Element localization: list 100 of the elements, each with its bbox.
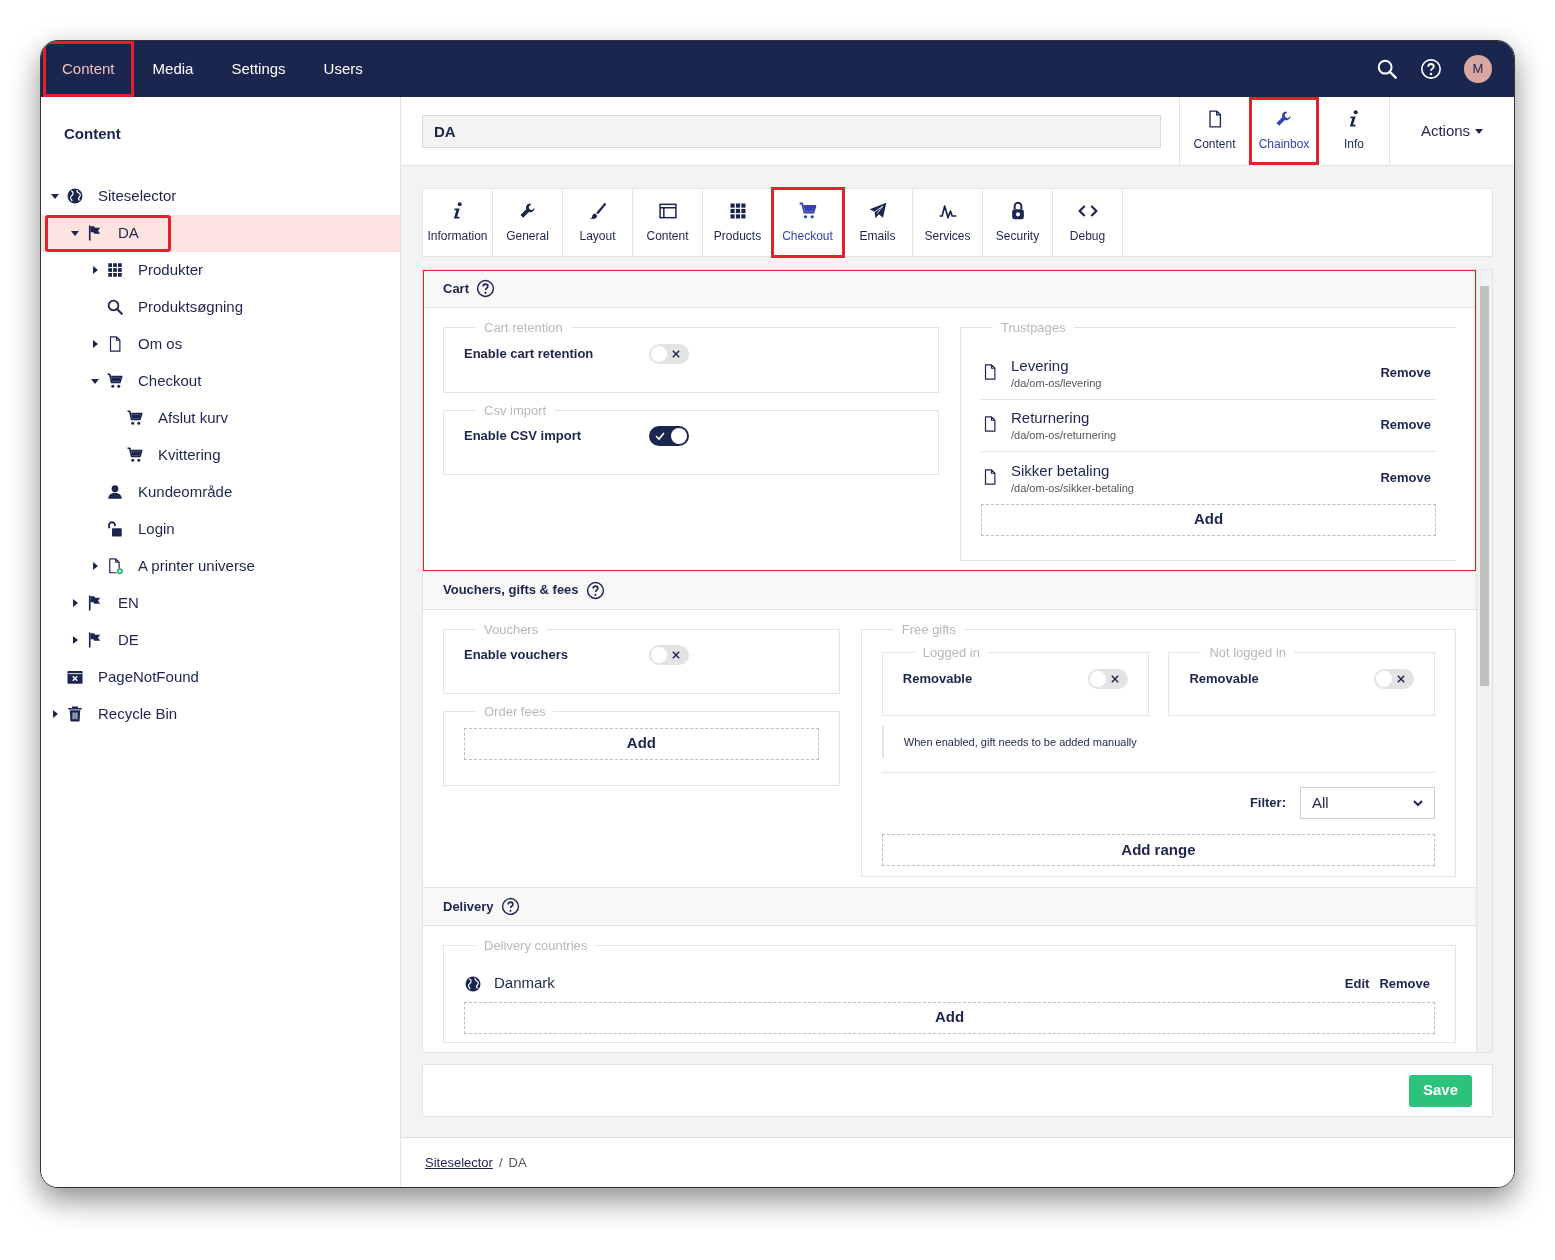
user-avatar[interactable]: M	[1464, 55, 1492, 83]
cart-icon	[126, 409, 144, 427]
tab[interactable]: Checkout	[773, 189, 843, 256]
fieldset-legend: Logged in	[914, 643, 988, 663]
search-icon	[1376, 58, 1398, 80]
nav-tab[interactable]: Content	[43, 41, 134, 97]
breadcrumb-text: DA	[508, 1153, 527, 1172]
tree-item[interactable]: PageNotFound	[41, 658, 400, 696]
fieldset-legend: Trustpages	[993, 318, 1074, 338]
fieldset-legend: Delivery countries	[476, 936, 596, 956]
remove-link[interactable]: Remove	[1380, 415, 1431, 435]
tree-item[interactable]: A printer universe	[41, 547, 400, 585]
toggle-switch[interactable]	[1087, 668, 1128, 689]
row-action-link[interactable]: Remove	[1379, 973, 1430, 994]
tree-item[interactable]: DA	[41, 214, 400, 252]
name-field[interactable]: DA	[422, 114, 1161, 148]
toggle-switch[interactable]	[649, 645, 689, 665]
tree-label: Kvittering	[158, 444, 221, 465]
tree-item[interactable]: DE	[41, 621, 400, 659]
nav-tab[interactable]: Media	[133, 41, 213, 97]
close-icon	[1110, 674, 1119, 683]
scrollbar[interactable]	[1476, 270, 1492, 1052]
tree-label: Login	[138, 518, 175, 539]
help-icon	[1420, 58, 1442, 80]
toggle-label: Enable vouchers	[464, 646, 570, 665]
tab[interactable]: Emails	[843, 189, 913, 256]
fieldset-legend: Csv import	[476, 400, 555, 420]
nav-tab[interactable]: Settings	[212, 41, 305, 97]
tab[interactable]: Products	[703, 189, 773, 256]
tree-item[interactable]: Siteselector	[41, 177, 400, 215]
globe-icon	[66, 187, 84, 205]
tab[interactable]: Content	[633, 189, 703, 256]
tree-item[interactable]: Afslut kurv	[41, 399, 400, 437]
tab[interactable]: Layout	[563, 189, 633, 256]
tab[interactable]: Services	[913, 189, 983, 256]
tree-item[interactable]: Kvittering	[41, 436, 400, 474]
toggle-switch[interactable]	[649, 343, 689, 364]
remove-link[interactable]: Remove	[1380, 363, 1431, 383]
add-button[interactable]: Add	[464, 727, 819, 760]
row-action-link[interactable]: Edit	[1344, 973, 1370, 994]
tab[interactable]: General	[493, 189, 563, 256]
document-plus-icon	[106, 557, 124, 575]
cart-icon	[106, 372, 124, 390]
section-title: Vouchers, gifts & fees	[443, 581, 579, 600]
tree-item[interactable]: Produkter	[41, 251, 400, 289]
trash-icon	[66, 705, 84, 723]
app-tab[interactable]: Content	[1179, 97, 1249, 165]
add-button[interactable]: Add	[464, 1001, 1435, 1034]
tab[interactable]: Security	[983, 189, 1053, 256]
app-tab[interactable]: Info	[1319, 97, 1389, 165]
tree-item[interactable]: Login	[41, 510, 400, 548]
sidebar-title: Content	[63, 124, 122, 144]
fieldset-legend: Cart retention	[476, 318, 571, 338]
page-name: Sikker betaling	[1011, 460, 1111, 481]
dropdown-value: All	[1312, 792, 1329, 813]
paper-plane-icon	[867, 200, 888, 221]
tab[interactable]: Debug	[1053, 189, 1123, 256]
app-tab[interactable]: Chainbox	[1249, 97, 1319, 165]
add-button[interactable]: Add	[981, 503, 1436, 536]
nav-tab[interactable]: Users	[304, 41, 382, 97]
toggle-label: Enable cart retention	[464, 344, 595, 363]
tree-label: Produkter	[138, 259, 204, 280]
chevron-down-icon	[1413, 798, 1423, 808]
tab[interactable]: Information	[423, 189, 493, 256]
tree-item[interactable]: Om os	[41, 325, 400, 363]
tree-label: Siteselector	[98, 185, 177, 206]
tree-item[interactable]: EN	[41, 584, 400, 622]
person-icon	[106, 483, 124, 501]
close-icon	[672, 651, 680, 659]
remove-link[interactable]: Remove	[1380, 467, 1431, 488]
add-button[interactable]: Add range	[881, 834, 1435, 866]
tree-item[interactable]: Recycle Bin	[41, 695, 400, 733]
filter-dropdown[interactable]: All	[1300, 787, 1435, 819]
tree-label: EN	[118, 592, 139, 613]
toggle-switch[interactable]	[649, 426, 689, 446]
search-icon	[106, 298, 124, 316]
tree-label: Recycle Bin	[98, 703, 178, 724]
check-icon	[655, 431, 665, 441]
toggle-label: Enable CSV import	[464, 427, 583, 446]
close-icon	[1397, 674, 1406, 683]
actions-button[interactable]: Actions	[1389, 97, 1514, 165]
fieldset-legend: Free gifts	[893, 619, 964, 639]
cart-icon	[126, 446, 144, 464]
cart-icon	[797, 200, 818, 221]
page-path: /da/om-os/levering	[1011, 376, 1102, 390]
section-title: Delivery	[443, 897, 494, 916]
section-title: Cart	[443, 279, 469, 298]
toggle-switch[interactable]	[1374, 668, 1415, 689]
fieldset-legend: Order fees	[476, 702, 554, 722]
unlocked-padlock-icon	[106, 520, 124, 538]
breadcrumb-link[interactable]: Siteselector	[425, 1152, 493, 1173]
tree-label: DE	[118, 629, 139, 650]
tree-item[interactable]: Produktsøgning	[41, 288, 400, 326]
help-icon	[500, 897, 520, 916]
close-icon	[672, 349, 680, 358]
brush-icon	[587, 200, 608, 221]
tree-item[interactable]: Kundeområde	[41, 473, 400, 511]
help-icon	[476, 279, 495, 298]
tree-item[interactable]: Checkout	[41, 362, 400, 400]
globe-icon	[464, 974, 482, 993]
